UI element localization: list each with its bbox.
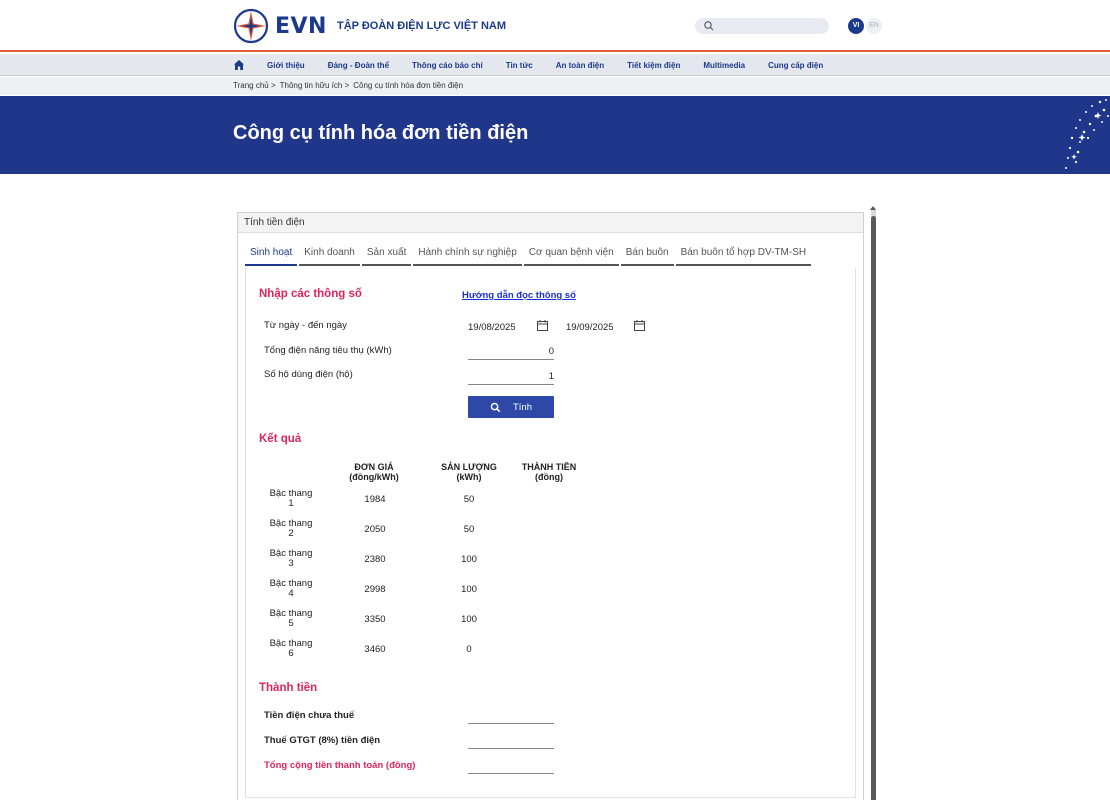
search-input[interactable] (695, 18, 829, 34)
col-header-amount-title: THÀNH TIỀN (521, 462, 577, 472)
language-switch: VI EN (848, 18, 882, 34)
nav-item-cung-cap-dien[interactable]: Cung cấp điện (768, 61, 823, 70)
col-header-price: ĐƠN GIÁ (đồng/kWh) (339, 462, 409, 482)
guide-link[interactable]: Hướng dẫn đọc thông số (462, 290, 576, 301)
tier-name: Bậc thang 4 (269, 578, 313, 599)
search-icon (704, 21, 714, 31)
breadcrumb-home[interactable]: Trang chủ > (233, 81, 276, 90)
col-header-volume-unit: (kWh) (456, 472, 482, 482)
consumption-input[interactable]: 0 (468, 344, 554, 360)
calendar-icon[interactable] (634, 320, 645, 331)
consumption-label: Tổng điện năng tiêu thụ (kWh) (264, 345, 392, 356)
lang-en-button[interactable]: EN (866, 18, 882, 34)
col-header-volume-title: SẢN LƯỢNG (441, 462, 497, 472)
nav-item-gioi-thieu[interactable]: Giới thiệu (267, 61, 305, 70)
breadcrumb: Trang chủ > Thông tin hữu ích > Công cụ … (233, 81, 467, 90)
evn-logo-icon (233, 8, 269, 44)
households-input[interactable]: 1 (468, 369, 554, 385)
nav-item-tiet-kiem-dien[interactable]: Tiết kiệm điện (627, 61, 680, 70)
org-name: TẬP ĐOÀN ĐIỆN LỰC VIỆT NAM (336, 20, 507, 32)
calculator-panel: Tính tiền điện Sinh hoạt Kinh doanh Sản … (237, 212, 864, 800)
tier-name: Bậc thang 3 (269, 548, 313, 569)
tier-volume: 100 (461, 584, 477, 595)
tier-name: Bậc thang 2 (269, 518, 313, 539)
nav-item-thong-cao-bao-chi[interactable]: Thông cáo báo chí (412, 61, 483, 70)
date-to-input[interactable]: 19/09/2025 (566, 322, 614, 333)
tier-name: Bậc thang 1 (269, 488, 313, 509)
col-header-volume: SẢN LƯỢNG (kWh) (429, 462, 509, 482)
panel-header: Tính tiền điện (238, 213, 863, 233)
results-section-title: Kết quả (259, 433, 302, 445)
vat-label: Thuế GTGT (8%) tiền điện (264, 735, 381, 746)
households-value: 1 (548, 371, 554, 382)
tier-volume: 50 (463, 524, 475, 535)
evn-logo[interactable]: EVN TẬP ĐOÀN ĐIỆN LỰC VIỆT NAM (233, 8, 506, 44)
tier-volume: 100 (461, 554, 477, 565)
tier-name: Bậc thang 5 (269, 608, 313, 629)
scroll-up-arrow-icon[interactable] (870, 206, 876, 210)
calendar-icon[interactable] (537, 320, 548, 331)
tab-ban-buon[interactable]: Bán buôn (620, 243, 674, 266)
breadcrumb-bar: Trang chủ > Thông tin hữu ích > Công cụ … (0, 77, 1110, 95)
tier-price: 3350 (364, 614, 386, 625)
nav-item-an-toan-dien[interactable]: An toàn điện (556, 61, 604, 70)
breadcrumb-useful-info[interactable]: Thông tin hữu ích > (280, 81, 350, 90)
nav-item-dang-doan-the[interactable]: Đảng - Đoàn thể (328, 61, 389, 70)
main-nav: Giới thiệu Đảng - Đoàn thể Thông cáo báo… (0, 54, 1110, 76)
col-header-amount: THÀNH TIỀN (đồng) (514, 462, 584, 482)
tab-kinh-doanh[interactable]: Kinh doanh (299, 243, 360, 266)
tier-volume: 100 (461, 614, 477, 625)
tab-ban-buon-to-hop[interactable]: Bán buôn tổ hợp DV-TM-SH (675, 243, 812, 266)
inputs-section-title: Nhập các thông số (259, 288, 362, 300)
calculate-button-label: Tính (512, 401, 532, 413)
tab-sinh-hoat[interactable]: Sinh hoạt (245, 243, 298, 266)
tier-name: Bậc thang 6 (269, 638, 313, 659)
scrollbar-thumb[interactable] (871, 216, 876, 800)
consumption-value: 0 (548, 346, 554, 357)
tab-hanh-chinh-su-nghiep[interactable]: Hành chính sự nghiệp (413, 243, 522, 266)
households-label: Số hộ dùng điện (hộ) (264, 369, 353, 380)
totals-section-title: Thành tiền (259, 682, 318, 694)
calculate-button[interactable]: Tính (468, 396, 554, 418)
col-header-price-unit: (đồng/kWh) (349, 472, 399, 482)
tier-price: 2050 (364, 524, 386, 535)
breadcrumb-current: Công cụ tính hóa đơn tiền điện (353, 81, 464, 90)
tier-price: 1984 (364, 494, 386, 505)
customer-type-tabs: Sinh hoạt Kinh doanh Sản xuất Hành chính… (245, 243, 813, 266)
tier-price: 3460 (364, 644, 386, 655)
tier-volume: 0 (466, 644, 472, 655)
page-banner: Công cụ tính hóa đơn tiền điện (0, 96, 1110, 174)
tier-price: 2998 (364, 584, 386, 595)
date-range-label: Từ ngày - đến ngày (264, 320, 347, 331)
grand-total-value (468, 773, 554, 774)
nav-item-tin-tuc[interactable]: Tin tức (506, 61, 533, 70)
col-header-price-title: ĐƠN GIÁ (354, 462, 394, 472)
pre-tax-value (468, 723, 554, 724)
logo-text: EVN (275, 13, 327, 39)
grand-total-label: Tổng cộng tiền thanh toán (đồng) (264, 760, 416, 771)
home-icon[interactable] (233, 59, 245, 71)
tier-price: 2380 (364, 554, 386, 565)
tab-content: Nhập các thông số Hướng dẫn đọc thông số… (245, 268, 856, 798)
lang-vi-button[interactable]: VI (848, 18, 864, 34)
date-from-input[interactable]: 19/08/2025 (468, 322, 516, 333)
search-icon (490, 402, 501, 412)
page-title: Công cụ tính hóa đơn tiền điện (233, 122, 529, 144)
col-header-amount-unit: (đồng) (535, 472, 563, 482)
vat-value (468, 748, 554, 749)
pre-tax-label: Tiền điện chưa thuế (264, 710, 355, 721)
site-header: EVN TẬP ĐOÀN ĐIỆN LỰC VIỆT NAM VI EN (0, 0, 1110, 52)
tier-volume: 50 (463, 494, 475, 505)
sparkle-decoration-icon (1065, 99, 1109, 169)
tab-san-xuat[interactable]: Sản xuất (361, 243, 412, 266)
nav-item-multimedia[interactable]: Multimedia (703, 61, 745, 70)
tab-co-quan-benh-vien[interactable]: Cơ quan bệnh viện (523, 243, 619, 266)
